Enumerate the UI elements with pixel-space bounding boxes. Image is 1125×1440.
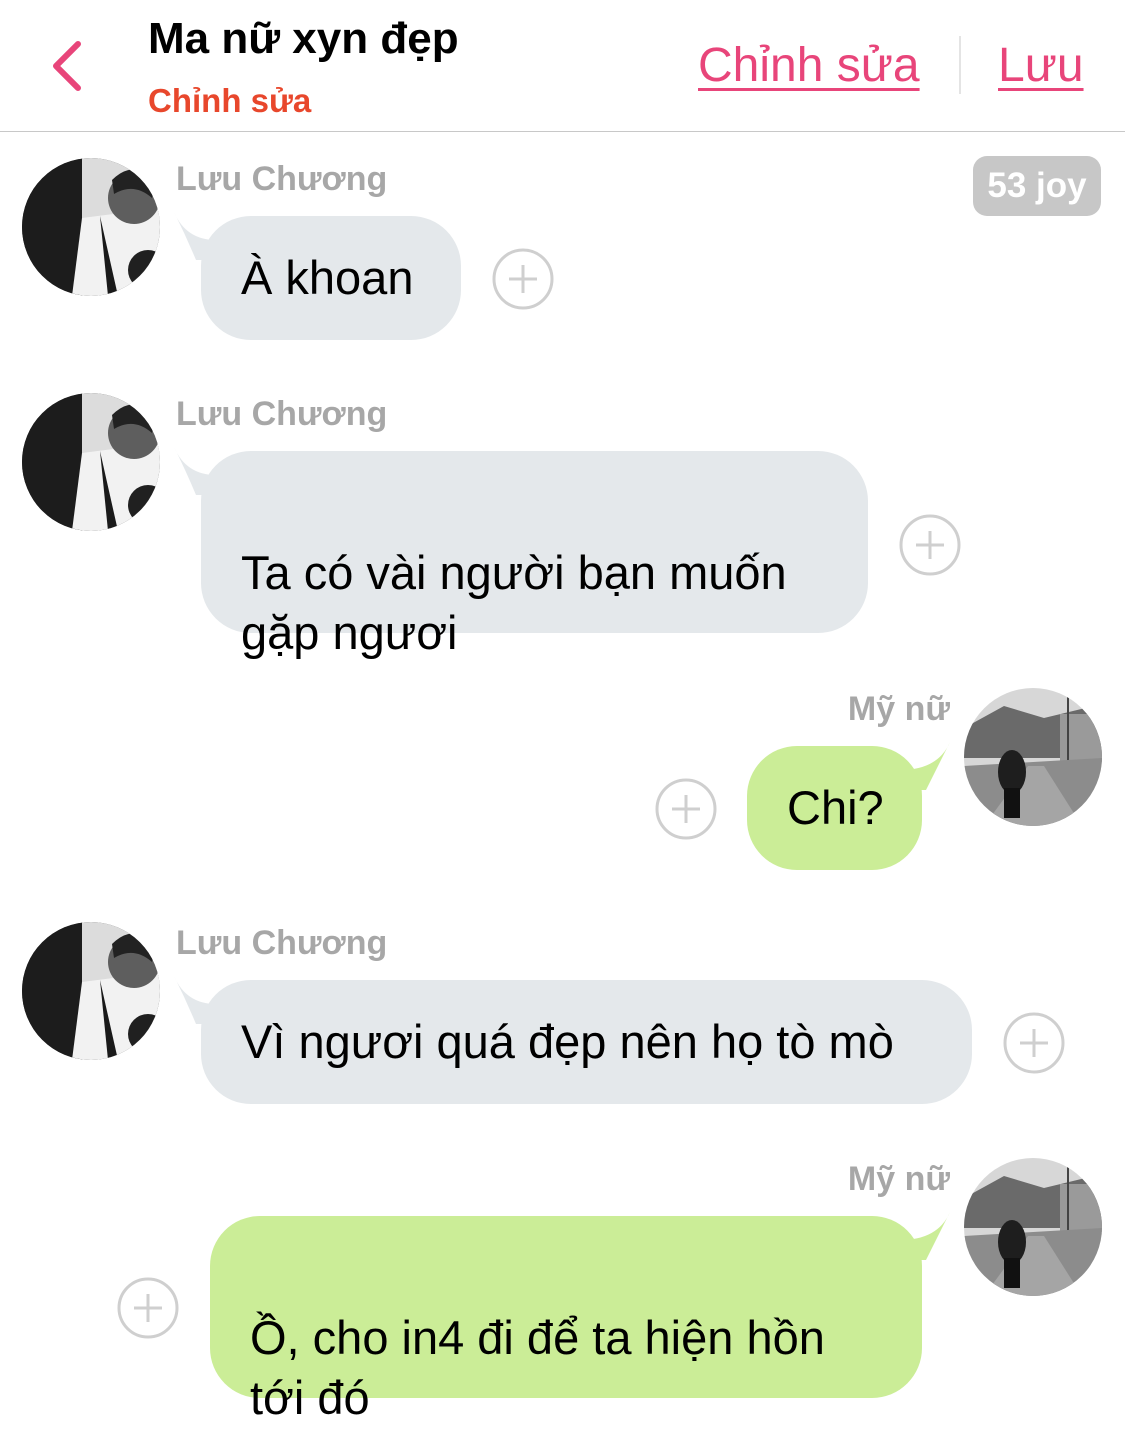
plus-circle-icon[interactable] bbox=[492, 248, 554, 310]
message-text: Chi? bbox=[787, 781, 884, 834]
save-button[interactable]: Lưu bbox=[998, 38, 1084, 93]
chevron-left-icon bbox=[53, 41, 81, 91]
sender-name: Mỹ nữ bbox=[847, 1160, 950, 1198]
chat-title: Ma nữ xyn đẹp bbox=[148, 14, 459, 63]
sender-name: Lưu Chương bbox=[176, 160, 388, 198]
sender-name: Lưu Chương bbox=[176, 395, 388, 433]
message-bubble[interactable]: À khoan bbox=[201, 216, 461, 340]
message-row: Lưu Chương Vì ngươi quá đẹp nên họ tò mò bbox=[0, 922, 1125, 1112]
edit-button[interactable]: Chỉnh sửa bbox=[698, 38, 920, 93]
back-button[interactable] bbox=[44, 36, 92, 96]
message-bubble[interactable]: Chi? bbox=[747, 746, 922, 870]
message-text: Vì ngươi quá đẹp nên họ tò mò bbox=[241, 1015, 894, 1068]
avatar[interactable] bbox=[22, 393, 160, 531]
header-divider bbox=[959, 36, 961, 94]
message-text: Ồ, cho in4 đi để ta hiện hồn tới đó bbox=[250, 1311, 825, 1424]
chat-subtitle[interactable]: Chỉnh sửa bbox=[148, 82, 311, 120]
avatar[interactable] bbox=[964, 1158, 1102, 1296]
plus-circle-icon[interactable] bbox=[655, 778, 717, 840]
message-bubble[interactable]: Ta có vài người bạn muốn gặp ngươi bbox=[201, 451, 868, 659]
message-row: Mỹ nữ Ồ, cho in4 đi để ta hiện hồn tới đ… bbox=[0, 1158, 1125, 1424]
message-text: Ta có vài người bạn muốn gặp ngươi bbox=[241, 546, 787, 659]
message-row: Lưu Chương Ta có vài người bạn muốn gặp … bbox=[0, 393, 1125, 659]
plus-circle-icon[interactable] bbox=[117, 1277, 179, 1339]
sender-name: Mỹ nữ bbox=[847, 690, 950, 728]
avatar[interactable] bbox=[22, 158, 160, 296]
message-row: Lưu Chương À khoan bbox=[0, 158, 1125, 348]
avatar[interactable] bbox=[964, 688, 1102, 826]
avatar[interactable] bbox=[22, 922, 160, 1060]
message-bubble[interactable]: Vì ngươi quá đẹp nên họ tò mò bbox=[201, 980, 972, 1104]
message-bubble[interactable]: Ồ, cho in4 đi để ta hiện hồn tới đó bbox=[210, 1216, 922, 1424]
sender-name: Lưu Chương bbox=[176, 924, 388, 962]
plus-circle-icon[interactable] bbox=[1003, 1012, 1065, 1074]
chat-header: Ma nữ xyn đẹp Chỉnh sửa Chỉnh sửa Lưu bbox=[0, 0, 1125, 132]
message-row: Mỹ nữ Chi? bbox=[0, 688, 1125, 878]
plus-circle-icon[interactable] bbox=[899, 514, 961, 576]
message-text: À khoan bbox=[241, 251, 414, 304]
